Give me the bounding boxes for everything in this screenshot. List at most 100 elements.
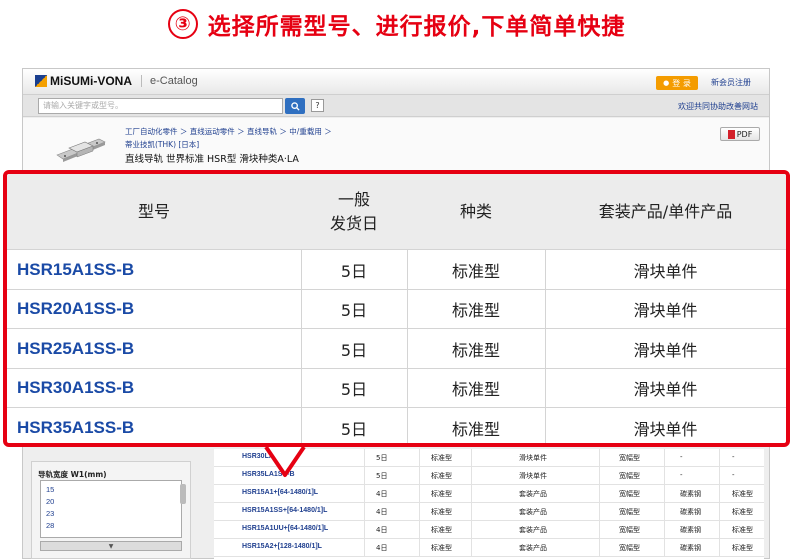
bg-table-row[interactable]: HSR15A1UU+[64-1480/1]L 4日 标准型 套装产品 宽幅型 碳素钢 标准型 bbox=[214, 521, 764, 539]
bg-column-divider bbox=[719, 449, 720, 467]
callout-table-row[interactable]: HSR25A1SS-B 5日 标准型 滑块单件 bbox=[7, 328, 786, 368]
register-link[interactable]: 新会员注册 bbox=[711, 77, 751, 88]
bg-kind: 标准型 bbox=[431, 526, 452, 534]
bg-column-divider bbox=[364, 539, 365, 557]
callout-part-number[interactable]: HSR35A1SS-B bbox=[17, 408, 134, 443]
bg-product-type: 套装产品 bbox=[519, 526, 547, 534]
search-button[interactable] bbox=[285, 98, 305, 114]
callout-kind: 标准型 bbox=[451, 261, 500, 281]
bg-material: 碳素钢 bbox=[680, 490, 701, 498]
pdf-icon bbox=[727, 129, 735, 139]
bg-kind: 标准型 bbox=[431, 454, 452, 462]
triangle-down-icon: ▼ bbox=[108, 542, 114, 550]
callout-part-number[interactable]: HSR25A1SS-B bbox=[17, 329, 134, 368]
callout-kind: 标准型 bbox=[451, 340, 500, 360]
column-divider bbox=[301, 249, 302, 443]
bg-kind: 标准型 bbox=[431, 472, 452, 480]
zoom-callout: 型号 一般 发货日 种类 套装产品/单件产品 HSR15A1SS-B 5日 标准型滑… bbox=[3, 170, 790, 447]
filter-option[interactable]: 28 bbox=[46, 521, 54, 530]
bg-column-divider bbox=[719, 539, 720, 557]
bg-ship-days: 4日 bbox=[376, 544, 388, 552]
bg-spec: 标准型 bbox=[732, 490, 753, 498]
bg-column-divider bbox=[719, 485, 720, 503]
help-button[interactable]: ? bbox=[311, 99, 324, 112]
search-input[interactable]: 请输入关键字或型号。 bbox=[38, 98, 283, 114]
filter-listbox[interactable]: 15 20 23 28 bbox=[40, 480, 186, 538]
bg-column-divider bbox=[419, 539, 420, 557]
callout-part-number[interactable]: HSR30A1SS-B bbox=[17, 369, 134, 408]
callout-ship-days: 5日 bbox=[340, 261, 368, 281]
site-feedback-link[interactable]: 欢迎共同协助改善网站 bbox=[678, 101, 758, 112]
ecatalog-label: e-Catalog bbox=[141, 75, 198, 87]
bg-ship-days: 5日 bbox=[376, 472, 388, 480]
bg-column-divider bbox=[471, 503, 472, 521]
column-divider bbox=[545, 249, 546, 443]
callout-part-number[interactable]: HSR15A1SS-B bbox=[17, 250, 134, 289]
bg-part-number[interactable]: HSR15A2+[128-1480/1]L bbox=[242, 543, 322, 550]
bg-table-row[interactable]: HSR15A1+[64-1480/1]L 4日 标准型 套装产品 宽幅型 碳素钢 标准型 bbox=[214, 485, 764, 503]
callout-kind: 标准型 bbox=[451, 419, 500, 439]
filter-option[interactable]: 15 bbox=[46, 485, 54, 494]
bg-material: 碳素钢 bbox=[680, 526, 701, 534]
bg-column-divider bbox=[719, 521, 720, 539]
callout-product-type: 滑块单件 bbox=[633, 301, 698, 321]
callout-table-row[interactable]: HSR35A1SS-B 5日 标准型 滑块单件 bbox=[7, 407, 786, 443]
callout-product-type: 滑块单件 bbox=[633, 380, 698, 400]
bg-column-divider bbox=[364, 467, 365, 485]
header-model: 型号 bbox=[137, 201, 170, 221]
filter-panel: 导轨宽度 W1(mm) 15 20 23 28 ▼ bbox=[31, 461, 191, 559]
bg-material: - bbox=[680, 471, 683, 479]
bg-product-type: 套装产品 bbox=[519, 544, 547, 552]
bg-guide-type: 宽幅型 bbox=[619, 526, 640, 534]
callout-product-type: 滑块单件 bbox=[633, 419, 698, 439]
filter-option[interactable]: 20 bbox=[46, 497, 54, 506]
callout-table-row[interactable]: HSR20A1SS-B 5日 标准型 滑块单件 bbox=[7, 288, 786, 329]
callout-table-row[interactable]: HSR30A1SS-B 5日 标准型 滑块单件 bbox=[7, 367, 786, 408]
bg-kind: 标准型 bbox=[431, 490, 452, 498]
filter-expand-button[interactable]: ▼ bbox=[40, 541, 182, 551]
bg-product-type: 滑块单件 bbox=[519, 472, 547, 480]
bg-column-divider bbox=[364, 449, 365, 467]
bg-column-divider bbox=[419, 467, 420, 485]
bg-material: 碳素钢 bbox=[680, 508, 701, 516]
bg-column-divider bbox=[664, 467, 665, 485]
callout-product-type: 滑块单件 bbox=[633, 340, 698, 360]
bg-column-divider bbox=[664, 449, 665, 467]
callout-pointer-arrow bbox=[264, 447, 306, 477]
bg-column-divider bbox=[471, 449, 472, 467]
bg-part-number[interactable]: HSR15A1+[64-1480/1]L bbox=[242, 489, 318, 496]
lock-icon: ● bbox=[663, 79, 670, 87]
bg-part-number[interactable]: HSR15A1UU+[64-1480/1]L bbox=[242, 525, 328, 532]
bg-column-divider bbox=[419, 503, 420, 521]
filter-option[interactable]: 23 bbox=[46, 509, 54, 518]
bg-guide-type: 宽幅型 bbox=[619, 490, 640, 498]
callout-ship-days: 5日 bbox=[340, 340, 368, 360]
bg-guide-type: 宽幅型 bbox=[619, 544, 640, 552]
search-bar: 请输入关键字或型号。 ? 欢迎共同协助改善网站 bbox=[23, 95, 769, 117]
bg-guide-type: 宽幅型 bbox=[619, 508, 640, 516]
pdf-button[interactable]: PDF bbox=[720, 127, 760, 141]
callout-part-number[interactable]: HSR20A1SS-B bbox=[17, 290, 134, 329]
maker-link[interactable]: 蒂业技凯(THK) [日本] bbox=[125, 139, 199, 150]
bg-ship-days: 4日 bbox=[376, 526, 388, 534]
search-icon bbox=[290, 101, 300, 111]
bg-column-divider bbox=[599, 539, 600, 557]
bg-column-divider bbox=[599, 503, 600, 521]
misumi-logo[interactable]: MiSUMi-VONA bbox=[35, 74, 132, 88]
bg-spec: 标准型 bbox=[732, 508, 753, 516]
bg-part-number[interactable]: HSR15A1SS+[64-1480/1]L bbox=[242, 507, 327, 514]
breadcrumb[interactable]: 工厂自动化零件 ＞ 直线运动零件 ＞ 直线导轨 ＞ 中/重载用 ＞ bbox=[125, 126, 332, 137]
product-title: 直线导轨 世界标准 HSR型 滑块种类A·LA bbox=[125, 154, 299, 165]
bg-spec: - bbox=[732, 471, 735, 479]
bg-table-row[interactable]: HSR15A2+[128-1480/1]L 4日 标准型 套装产品 宽幅型 碳素钢 标准型 bbox=[214, 539, 764, 557]
bg-product-type: 套装产品 bbox=[519, 490, 547, 498]
bg-table-row[interactable]: HSR15A1SS+[64-1480/1]L 4日 标准型 套装产品 宽幅型 碳素钢 标准型 bbox=[214, 503, 764, 521]
callout-table-row[interactable]: HSR15A1SS-B 5日 标准型 滑块单件 bbox=[7, 249, 786, 289]
bg-column-divider bbox=[471, 521, 472, 539]
filter-scrollbar[interactable] bbox=[180, 484, 186, 504]
bg-column-divider bbox=[364, 521, 365, 539]
header-kind: 种类 bbox=[459, 201, 492, 221]
bg-column-divider bbox=[664, 521, 665, 539]
callout-product-type: 滑块单件 bbox=[633, 261, 698, 281]
login-button[interactable]: ● 登 录 bbox=[656, 76, 698, 90]
